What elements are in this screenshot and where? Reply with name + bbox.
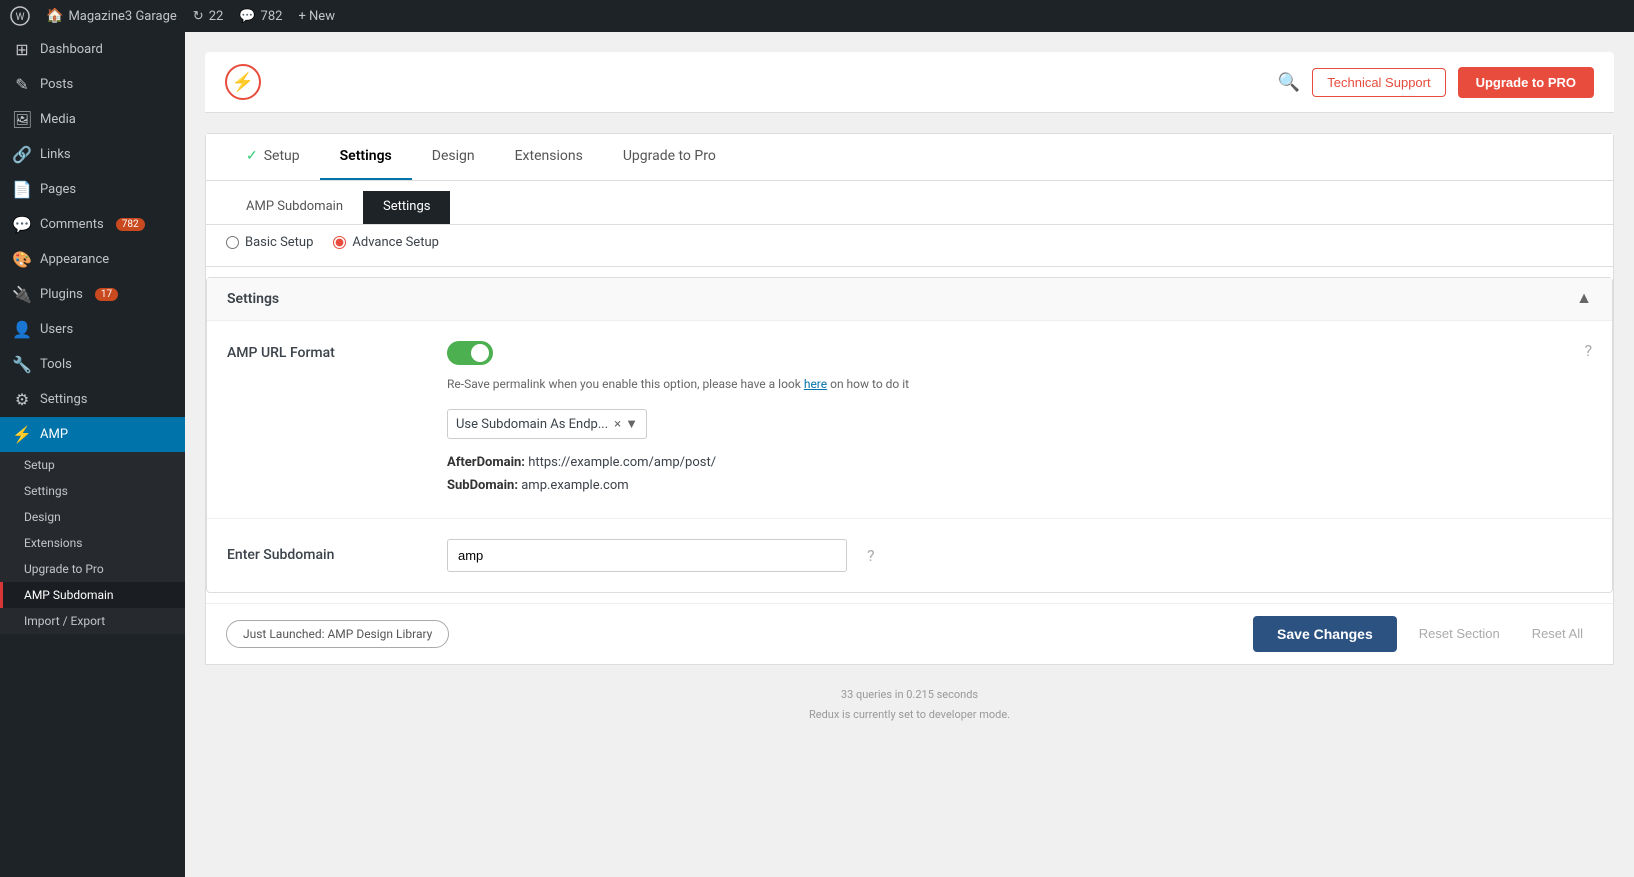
radio-basic-setup-input[interactable] [226, 236, 239, 249]
sidebar-sub-item-setup[interactable]: Setup [0, 452, 185, 478]
svg-text:W: W [16, 12, 25, 23]
sidebar-sub-item-extensions[interactable]: Extensions [0, 530, 185, 556]
sidebar-sub-item-settings[interactable]: Settings [0, 478, 185, 504]
updates-icon: ↻ [193, 9, 204, 24]
plugin-header: ⚡ 🔍 Technical Support Upgrade to PRO [205, 52, 1614, 113]
radio-advance-setup-input[interactable] [333, 236, 346, 249]
tab-upgrade-pro[interactable]: Upgrade to Pro [603, 134, 736, 180]
plugins-icon: 🔌 [12, 285, 32, 304]
amp-url-format-toggle[interactable] [447, 341, 493, 365]
search-icon: 🔍 [1278, 72, 1300, 92]
subdomain-input[interactable] [447, 539, 847, 572]
sidebar-item-users[interactable]: 👤 Users [0, 312, 185, 347]
pages-icon: 📄 [12, 180, 32, 199]
tools-icon: 🔧 [12, 355, 32, 374]
amp-sidebar-icon: ⚡ [12, 425, 32, 444]
sub-tab-amp-subdomain[interactable]: AMP Subdomain [226, 191, 363, 224]
dashboard-icon: ⊞ [12, 40, 32, 59]
save-changes-button[interactable]: Save Changes [1253, 616, 1397, 652]
select-clear-icon[interactable]: × [614, 417, 621, 432]
radio-advance-setup[interactable]: Advance Setup [333, 235, 439, 250]
url-format-select[interactable]: Use Subdomain As Endp... × ▼ [447, 409, 647, 439]
tech-support-button[interactable]: Technical Support [1312, 68, 1445, 97]
sidebar-item-comments[interactable]: 💬 Comments 782 [0, 207, 185, 242]
sidebar-item-plugins[interactable]: 🔌 Plugins 17 [0, 277, 185, 312]
footer-bar: Just Launched: AMP Design Library Save C… [206, 603, 1613, 664]
sidebar-item-dashboard[interactable]: ⊞ Dashboard [0, 32, 185, 67]
select-dropdown-icon: ▼ [625, 416, 638, 432]
sidebar-item-media[interactable]: 🖼 Media [0, 102, 185, 137]
site-name[interactable]: 🏠 Magazine3 Garage [46, 8, 177, 24]
links-icon: 🔗 [12, 145, 32, 164]
reset-section-button[interactable]: Reset Section [1409, 620, 1510, 647]
search-button[interactable]: 🔍 [1278, 72, 1300, 93]
upgrade-button[interactable]: Upgrade to PRO [1458, 67, 1594, 98]
sub-nav: AMP Subdomain Settings [206, 181, 1613, 225]
settings-icon: ⚙ [12, 390, 32, 409]
sidebar-sub-item-amp-subdomain[interactable]: AMP Subdomain [0, 582, 185, 608]
main-content: ⚡ 🔍 Technical Support Upgrade to PRO ✓ S… [185, 32, 1634, 877]
subdomain-help-icon[interactable]: ? [867, 546, 875, 565]
comments-nav-icon: 💬 [12, 215, 32, 234]
toggle-slider [447, 341, 493, 365]
wp-logo[interactable]: W [10, 6, 30, 26]
amp-logo: ⚡ [225, 64, 261, 100]
sidebar-sub-item-design[interactable]: Design [0, 504, 185, 530]
amp-url-format-help-icon[interactable]: ? [1584, 341, 1592, 360]
settings-panel-title: Settings [227, 291, 279, 307]
sub-tab-settings[interactable]: Settings [363, 191, 450, 224]
settings-panel-header: Settings ▲ [207, 278, 1612, 321]
users-icon: 👤 [12, 320, 32, 339]
comments-icon: 💬 [239, 9, 255, 24]
amp-url-format-row: AMP URL Format Re-Save permalink when yo… [207, 321, 1612, 519]
launched-badge: Just Launched: AMP Design Library [226, 620, 449, 648]
amp-url-format-content: Re-Save permalink when you enable this o… [447, 341, 1564, 498]
plugin-header-left: ⚡ [225, 64, 261, 100]
reset-all-button[interactable]: Reset All [1522, 620, 1593, 647]
amp-url-format-label: AMP URL Format [227, 341, 427, 361]
sidebar-item-posts[interactable]: ✎ Posts [0, 67, 185, 102]
sidebar-item-pages[interactable]: 📄 Pages [0, 172, 185, 207]
tab-extensions[interactable]: Extensions [495, 134, 603, 180]
sidebar-item-appearance[interactable]: 🎨 Appearance [0, 242, 185, 277]
setup-check-icon: ✓ [246, 148, 258, 164]
updates-count[interactable]: ↻ 22 [193, 9, 224, 24]
help-link[interactable]: here [804, 377, 827, 391]
subdomain-row: Enter Subdomain ? [207, 519, 1612, 592]
subdomain-label: Enter Subdomain [227, 547, 427, 563]
radio-basic-setup[interactable]: Basic Setup [226, 235, 313, 250]
sidebar: ⊞ Dashboard ✎ Posts 🖼 Media 🔗 Links 📄 Pa… [0, 32, 185, 877]
footer-info: 33 queries in 0.215 seconds Redux is cur… [205, 665, 1614, 745]
sidebar-item-tools[interactable]: 🔧 Tools [0, 347, 185, 382]
amp-bolt-icon: ⚡ [232, 72, 254, 93]
sidebar-item-links[interactable]: 🔗 Links [0, 137, 185, 172]
admin-bar: W 🏠 Magazine3 Garage ↻ 22 💬 782 + New [0, 0, 1634, 32]
tab-nav: ✓ Setup Settings Design Extensions Upgra… [206, 134, 1613, 181]
sidebar-item-amp[interactable]: ⚡ AMP [0, 417, 185, 452]
comments-count[interactable]: 💬 782 [239, 9, 282, 24]
sidebar-sub-item-upgrade-pro[interactable]: Upgrade to Pro [0, 556, 185, 582]
tab-design[interactable]: Design [412, 134, 495, 180]
plugin-header-right: 🔍 Technical Support Upgrade to PRO [1278, 67, 1594, 98]
radio-section: Basic Setup Advance Setup [206, 225, 1613, 267]
sidebar-item-settings[interactable]: ⚙ Settings [0, 382, 185, 417]
settings-panel: Settings ▲ AMP URL Format [206, 277, 1613, 593]
domain-info: AfterDomain: https://example.com/amp/pos… [447, 451, 1564, 498]
sidebar-sub-item-import-export[interactable]: Import / Export [0, 608, 185, 634]
amp-url-format-help: Re-Save permalink when you enable this o… [447, 375, 1564, 393]
tab-settings[interactable]: Settings [320, 134, 412, 180]
media-icon: 🖼 [12, 110, 32, 129]
amp-submenu: Setup Settings Design Extensions Upgrade… [0, 452, 185, 634]
tab-setup[interactable]: ✓ Setup [226, 134, 320, 180]
appearance-icon: 🎨 [12, 250, 32, 269]
posts-icon: ✎ [12, 75, 32, 94]
new-button[interactable]: + New [298, 9, 335, 24]
collapse-button[interactable]: ▲ [1576, 290, 1592, 308]
